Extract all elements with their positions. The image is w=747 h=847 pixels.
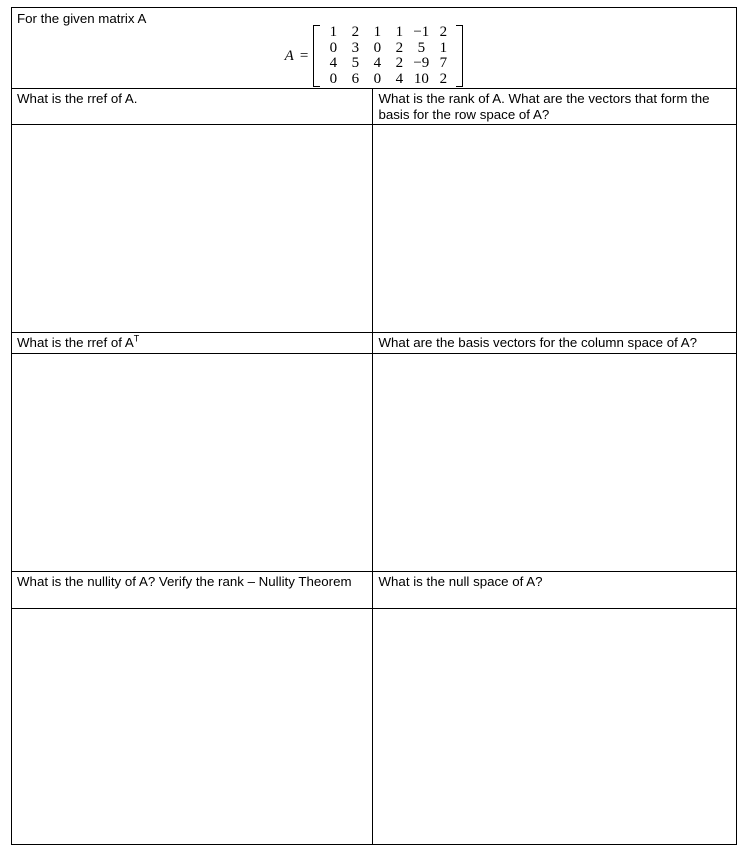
question-cell-null-space: What is the null space of A? <box>372 571 737 609</box>
answer-text-rref-a <box>12 125 372 129</box>
answer-cell-rref-a-transpose[interactable] <box>10 353 374 572</box>
matrix-cell: 0 <box>366 71 389 87</box>
matrix-cell: 0 <box>322 40 345 56</box>
question-cell-rref-a-transpose: What is the rref of AT <box>10 332 374 354</box>
table-row-answer-2 <box>10 353 737 572</box>
question-cell-rref-a: What is the rref of A. <box>10 88 374 125</box>
matrix-cell: 10 <box>410 71 433 87</box>
table-row-question-1: What is the rref of A. What is the rank … <box>10 88 737 125</box>
matrix-cell: 7 <box>432 55 455 72</box>
matrix-equals-sign: = <box>299 47 309 64</box>
matrix-row: 4 5 4 2 −9 7 <box>322 55 455 72</box>
question-text-rref-a-transpose: What is the rref of AT <box>12 333 372 353</box>
matrix-cell: 1 <box>322 24 345 41</box>
matrix-cell: 0 <box>366 40 389 56</box>
matrix-cell: 1 <box>366 24 389 41</box>
answer-cell-rank-row-space[interactable] <box>372 124 737 333</box>
matrix-cell: 5 <box>344 55 367 72</box>
transpose-superscript: T <box>133 333 140 344</box>
matrix-cell: 4 <box>322 55 345 72</box>
answer-text-rref-a-transpose <box>12 354 372 358</box>
matrix-cell: 1 <box>432 40 455 56</box>
question-text-rank-row-space: What is the rank of A. What are the vect… <box>378 91 710 122</box>
matrix-cell: 5 <box>410 40 433 56</box>
question-text-null-space: What is the null space of A? <box>378 574 543 589</box>
question-text-column-space: What are the basis vectors for the colum… <box>378 335 698 350</box>
answer-text-rank-row-space <box>373 125 736 129</box>
matrix-cell: 1 <box>388 24 411 41</box>
matrix-row: 0 6 0 4 10 2 <box>322 71 455 87</box>
question-text-nullity: What is the nullity of A? Verify the ran… <box>17 574 352 589</box>
prompt-cell: For the given matrix A A = 1 2 1 1 −1 2 … <box>11 7 737 89</box>
matrix-cell: −9 <box>410 55 433 72</box>
matrix-cell: 2 <box>388 40 411 56</box>
table-row-answer-3 <box>10 608 737 845</box>
table-row-question-3: What is the nullity of A? Verify the ran… <box>10 571 737 609</box>
question-cell-column-space: What are the basis vectors for the colum… <box>372 332 737 354</box>
matrix-cell: 4 <box>366 55 389 72</box>
matrix-brackets: 1 2 1 1 −1 2 0 3 0 2 5 1 4 5 4 2 −9 7 0 … <box>313 24 464 87</box>
answer-cell-null-space[interactable] <box>372 608 737 845</box>
matrix-cell: 0 <box>322 71 345 87</box>
table-row-answer-1 <box>10 124 737 333</box>
answer-text-nullity <box>12 609 372 613</box>
matrix-cell: −1 <box>410 24 433 41</box>
answer-cell-rref-a[interactable] <box>10 124 374 333</box>
question-cell-nullity: What is the nullity of A? Verify the ran… <box>10 571 374 609</box>
matrix-row: 1 2 1 1 −1 2 <box>322 24 455 41</box>
matrix-cell: 2 <box>344 24 367 41</box>
answer-text-null-space <box>373 609 736 613</box>
matrix-cell: 3 <box>344 40 367 56</box>
answer-cell-nullity[interactable] <box>10 608 374 845</box>
matrix-display: A = 1 2 1 1 −1 2 0 3 0 2 5 1 4 5 4 2 −9 … <box>12 24 736 87</box>
question-cell-rank-row-space: What is the rank of A. What are the vect… <box>372 88 737 125</box>
matrix-grid: 1 2 1 1 −1 2 0 3 0 2 5 1 4 5 4 2 −9 7 0 … <box>322 24 455 87</box>
matrix-cell: 2 <box>388 55 411 72</box>
question-text-rref-a: What is the rref of A. <box>17 91 138 106</box>
table-row-question-2: What is the rref of AT What are the basi… <box>10 332 737 354</box>
answer-cell-column-space[interactable] <box>372 353 737 572</box>
matrix-row: 0 3 0 2 5 1 <box>322 40 455 56</box>
linear-algebra-worksheet-table: For the given matrix A A = 1 2 1 1 −1 2 … <box>10 7 737 845</box>
table-row-prompt: For the given matrix A A = 1 2 1 1 −1 2 … <box>11 7 737 89</box>
matrix-cell: 6 <box>344 71 367 87</box>
matrix-cell: 2 <box>432 24 455 41</box>
answer-text-column-space <box>373 354 736 358</box>
matrix-cell: 4 <box>388 71 411 87</box>
question-text-rref-a-transpose-prefix: What is the rref of A <box>17 335 134 350</box>
matrix-name-label: A <box>284 47 294 64</box>
matrix-cell: 2 <box>432 71 455 87</box>
